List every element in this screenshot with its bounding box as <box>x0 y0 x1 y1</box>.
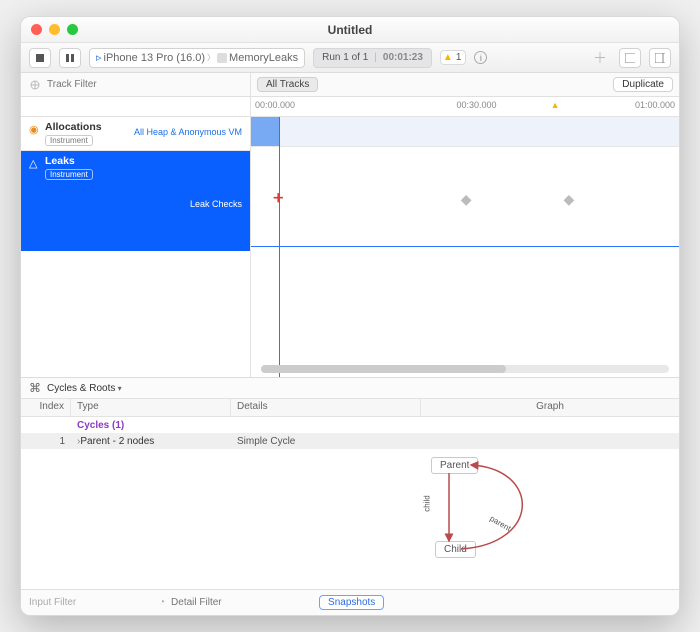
filter-icon <box>29 79 41 91</box>
col-graph[interactable]: Graph <box>421 399 679 416</box>
detail-view-selector[interactable]: Cycles & Roots <box>47 383 122 394</box>
instrument-chip: Instrument <box>45 169 93 180</box>
process-label: MemoryLeaks <box>229 52 298 64</box>
leak-marker[interactable]: ◆ <box>563 191 574 208</box>
inspector-button[interactable] <box>649 48 671 68</box>
filter-row: All Tracks Duplicate <box>21 73 679 97</box>
warning-count: 1 <box>456 52 462 63</box>
allocations-mode[interactable]: All Heap & Anonymous VM <box>134 127 242 137</box>
timeline-scrollbar[interactable] <box>261 365 669 373</box>
titlebar: Untitled <box>21 17 679 43</box>
track-allocations[interactable]: ◉ Allocations Instrument All Heap & Anon… <box>21 117 250 151</box>
all-tracks-button[interactable]: All Tracks <box>257 77 318 92</box>
allocations-icon: ◉ <box>29 123 39 136</box>
time-ruler[interactable]: 00:00.000 00:30.000 ▲ 01:00.000 <box>251 97 679 116</box>
ruler-tick: 01:00.000 <box>635 100 675 110</box>
graph-node-parent[interactable]: Parent <box>431 457 478 474</box>
info-button[interactable]: i <box>474 51 487 64</box>
table-group-row[interactable]: Cycles (1) <box>21 417 679 433</box>
row-index: 1 <box>21 436 71 447</box>
edge-label-parent: parent <box>488 514 512 533</box>
tracks-area: ◉ Allocations Instrument All Heap & Anon… <box>21 117 679 377</box>
leaks-lane[interactable]: ✕ ◆ ◆ <box>251 147 679 247</box>
row-type: Parent - 2 nodes <box>71 436 231 447</box>
process-icon <box>217 53 227 63</box>
col-type[interactable]: Type <box>71 399 231 416</box>
bottom-bar: Input Filter ◔ Snapshots <box>21 589 679 615</box>
run-status[interactable]: Run 1 of 1 | 00:01:23 <box>313 48 432 68</box>
detail-header: ⌘ Cycles & Roots <box>21 377 679 399</box>
issues-badge[interactable]: ▲ 1 <box>440 50 466 65</box>
col-index[interactable]: Index <box>21 399 71 416</box>
chevron-right-icon: 〉 <box>207 52 215 63</box>
clock-icon: ◔ <box>159 597 165 608</box>
track-leaks[interactable]: △ Leaks Instrument Leak Checks <box>21 151 250 251</box>
table-body: Cycles (1) 1 Parent - 2 nodes Simple Cyc… <box>21 417 679 449</box>
detail-filter-field[interactable]: ◔ <box>159 596 309 609</box>
strategy-icon[interactable]: ⌘ <box>29 381 41 395</box>
track-filter-input[interactable] <box>45 78 185 91</box>
row-details: Simple Cycle <box>231 436 421 447</box>
record-stop-button[interactable] <box>29 48 51 68</box>
warning-icon: ▲ <box>443 52 453 63</box>
device-icon: ▹ <box>96 51 102 64</box>
window-controls <box>31 24 78 35</box>
run-label: Run 1 of 1 <box>322 52 368 63</box>
close-window-button[interactable] <box>31 24 42 35</box>
leaks-icon: △ <box>29 157 37 170</box>
minimize-window-button[interactable] <box>49 24 60 35</box>
playhead[interactable] <box>279 117 280 377</box>
ruler-tick: 00:30.000 <box>456 100 496 110</box>
library-button[interactable] <box>619 48 641 68</box>
run-time: 00:01:23 <box>383 52 423 63</box>
input-filter-label: Input Filter <box>29 597 149 608</box>
graph-edges <box>21 449 679 589</box>
toolbar: ▹ iPhone 13 Pro (16.0) 〉 MemoryLeaks Run… <box>21 43 679 73</box>
allocations-graph <box>251 117 279 146</box>
leak-checks-label: Leak Checks <box>190 199 242 209</box>
zoom-window-button[interactable] <box>67 24 78 35</box>
table-header: Index Type Details Graph <box>21 399 679 417</box>
graph-node-child[interactable]: Child <box>435 541 476 558</box>
window-title: Untitled <box>328 23 373 37</box>
group-label: Cycles (1) <box>71 420 231 431</box>
pause-button[interactable] <box>59 48 81 68</box>
detail-filter-input[interactable] <box>169 596 309 609</box>
col-details[interactable]: Details <box>231 399 421 416</box>
target-selector[interactable]: ▹ iPhone 13 Pro (16.0) 〉 MemoryLeaks <box>89 48 305 68</box>
timeline-lanes[interactable]: ✕ ◆ ◆ <box>251 117 679 377</box>
add-instrument-button[interactable]: ＋ <box>589 48 611 68</box>
scrollbar-thumb[interactable] <box>261 365 506 373</box>
table-row[interactable]: 1 Parent - 2 nodes Simple Cycle <box>21 433 679 449</box>
track-title: Leaks <box>45 155 242 167</box>
device-label: iPhone 13 Pro (16.0) <box>104 52 206 64</box>
edge-label-child: child <box>423 495 432 511</box>
allocations-lane[interactable] <box>251 117 679 147</box>
instrument-chip: Instrument <box>45 135 93 146</box>
tracks-sidebar: ◉ Allocations Instrument All Heap & Anon… <box>21 117 251 377</box>
app-window: Untitled ▹ iPhone 13 Pro (16.0) 〉 Memory… <box>20 16 680 616</box>
snapshots-button[interactable]: Snapshots <box>319 595 384 610</box>
cycle-graph[interactable]: Parent Child child parent <box>21 449 679 589</box>
leak-marker[interactable]: ◆ <box>461 191 472 208</box>
track-filter-cell <box>21 73 251 96</box>
time-ruler-row: 00:00.000 00:30.000 ▲ 01:00.000 <box>21 97 679 117</box>
duplicate-button[interactable]: Duplicate <box>613 77 673 92</box>
warning-icon: ▲ <box>551 100 560 110</box>
ruler-tick: 00:00.000 <box>255 100 295 110</box>
